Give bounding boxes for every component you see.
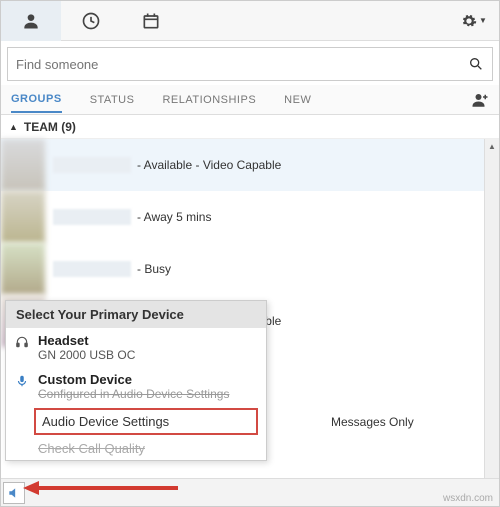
device-name: Custom Device [38,372,256,387]
contact-status: - Busy [137,262,171,276]
messages-only-label: Messages Only [331,415,414,429]
watermark: wsxdn.com [443,493,493,504]
group-header[interactable]: ▲ TEAM (9) [1,115,499,139]
headset-icon [15,335,29,349]
contact-list-area: - Available - Video Capable - Away 5 min… [1,139,499,491]
clock-icon [81,11,101,31]
person-icon [21,11,41,31]
filter-tabs: GROUPS STATUS RELATIONSHIPS NEW [1,85,499,115]
scroll-up-icon[interactable]: ▲ [485,139,499,154]
contact-row[interactable]: - Available - Video Capable [1,139,484,191]
avatar [1,139,45,191]
device-option-headset[interactable]: Headset GN 2000 USB OC [6,328,266,367]
device-detail: Configured in Audio Device Settings [38,387,256,401]
contact-row[interactable]: - Busy [1,243,484,295]
tab-relationships[interactable]: RELATIONSHIPS [162,88,256,112]
contact-status: - Available - Video Capable [137,158,281,172]
collapse-triangle-icon: ▲ [9,122,18,132]
tab-groups[interactable]: GROUPS [11,87,62,113]
contacts-tab[interactable] [1,1,61,41]
tab-status[interactable]: STATUS [90,88,135,112]
search-icon[interactable] [468,56,484,72]
popup-title: Select Your Primary Device [6,301,266,328]
device-detail: GN 2000 USB OC [38,348,256,362]
audio-device-button[interactable] [3,482,25,504]
contact-status: - Away 5 mins [137,210,211,224]
contact-name-redacted [53,157,131,173]
check-call-quality-link[interactable]: Check Call Quality [6,437,266,460]
audio-device-popup: Select Your Primary Device Headset GN 20… [5,300,267,461]
audio-device-settings-link[interactable]: Audio Device Settings [34,408,258,435]
search-bar [7,47,493,81]
group-name: TEAM [24,120,58,134]
vertical-scrollbar[interactable]: ▲ ▼ [484,139,499,491]
tab-new[interactable]: NEW [284,88,311,112]
avatar [1,191,45,243]
search-input[interactable] [16,57,468,72]
avatar [1,243,45,295]
group-count: (9) [61,120,76,134]
calendar-tab[interactable] [121,1,181,41]
device-option-custom[interactable]: Custom Device Configured in Audio Device… [6,367,266,406]
top-icon-bar: ▼ [1,1,499,41]
history-tab[interactable] [61,1,121,41]
scroll-track[interactable] [485,154,499,476]
chevron-down-icon: ▼ [479,16,487,25]
gear-icon [461,13,477,29]
contact-name-redacted [53,261,131,277]
bottom-bar [1,478,499,506]
calendar-icon [141,11,161,31]
settings-menu[interactable]: ▼ [449,13,499,29]
add-contact-icon [471,91,489,109]
mic-icon [15,374,29,388]
add-contact-button[interactable] [471,91,489,109]
contact-row[interactable]: - Away 5 mins [1,191,484,243]
speaker-icon [7,486,21,500]
contact-name-redacted [53,209,131,225]
device-name: Headset [38,333,256,348]
